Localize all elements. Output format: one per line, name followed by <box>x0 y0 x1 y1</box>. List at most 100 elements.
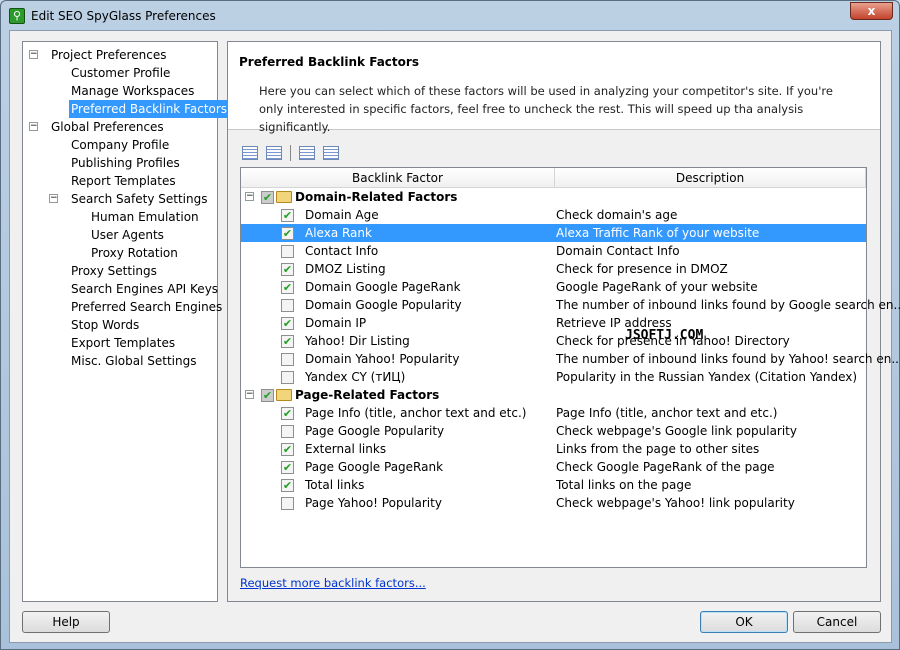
tree-item[interactable]: Company Profile <box>69 136 171 154</box>
checkbox[interactable]: ✔ <box>281 461 294 474</box>
factor-description: Check Google PageRank of the page <box>556 460 775 474</box>
tree-item[interactable]: Preferred Backlink Factors <box>69 100 230 118</box>
column-header-factor[interactable]: Backlink Factor <box>241 168 555 188</box>
table-row[interactable]: ✔ Page Google PageRank Check Google PageRa… <box>241 458 866 476</box>
factor-name: Page Google PageRank <box>305 460 444 474</box>
folder-icon <box>276 389 292 401</box>
checkbox[interactable]: ✔ <box>281 263 294 276</box>
checkbox[interactable]: ✔ <box>281 209 294 222</box>
table-row[interactable]: ✔ Page Info (title, anchor text and etc.)… <box>241 404 866 422</box>
factor-description: Check for presence in DMOZ <box>556 262 728 276</box>
factor-name: Domain Google Popularity <box>305 298 462 312</box>
factors-table: Backlink Factor Description − ✔ Domain-Rel… <box>240 167 900 568</box>
factor-name: External links <box>305 442 387 456</box>
tree-item[interactable]: Export Templates <box>69 334 177 352</box>
table-row[interactable]: ✔ Alexa Rank Alexa Traffic Rank of your we… <box>241 224 866 242</box>
watermark-text: JSOFTJ.COM <box>625 328 704 343</box>
table-row[interactable]: ✔ Domain IP Retrieve IP address <box>241 314 866 332</box>
checkbox[interactable] <box>281 245 294 258</box>
collapse-toggle-icon[interactable]: − <box>245 192 254 201</box>
checkbox[interactable] <box>281 371 294 384</box>
tree-item[interactable]: User Agents <box>89 226 166 244</box>
tree-item[interactable]: Proxy Rotation <box>89 244 180 262</box>
checkbox[interactable]: ✔ <box>261 389 274 402</box>
folder-icon <box>276 191 292 203</box>
tree-item[interactable]: Project Preferences <box>49 46 168 64</box>
checkbox[interactable]: ✔ <box>281 281 294 294</box>
checkbox[interactable]: ✔ <box>281 407 294 420</box>
tree-item[interactable]: Search Safety Settings <box>69 190 209 208</box>
factor-description: Links from the page to other sites <box>556 442 760 456</box>
tree-item[interactable]: Publishing Profiles <box>69 154 182 172</box>
table-row[interactable]: Domain Yahoo! Popularity The number of in… <box>241 350 900 368</box>
factor-name: Page Yahoo! Popularity <box>305 496 442 510</box>
table-row[interactable]: Contact Info Domain Contact Info <box>241 242 866 260</box>
factor-name: DMOZ Listing <box>305 262 386 276</box>
tree-item[interactable]: Report Templates <box>69 172 178 190</box>
tree-item[interactable]: Proxy Settings <box>69 262 159 280</box>
collapse-toggle-icon[interactable]: − <box>29 122 38 131</box>
table-row[interactable]: Page Yahoo! Popularity Check webpage's Ya… <box>241 494 866 512</box>
factor-name: Domain IP <box>305 316 367 330</box>
table-row[interactable]: Domain Google Popularity The number of in… <box>241 296 900 314</box>
checkbox[interactable] <box>281 425 294 438</box>
tree-item[interactable]: Misc. Global Settings <box>69 352 198 370</box>
collapse-all-icon[interactable] <box>266 146 282 160</box>
factor-name: Domain Age <box>305 208 379 222</box>
check-all-icon[interactable] <box>299 146 315 160</box>
client-area: − Project Preferences Customer Profile Mana… <box>9 30 900 643</box>
table-row[interactable]: ✔ Domain Age Check domain's age <box>241 206 866 224</box>
factor-description: Check webpage's Google link popularity <box>556 424 797 438</box>
checkbox[interactable]: ✔ <box>281 443 294 456</box>
table-row[interactable]: ✔ External links Links from the page to ot… <box>241 440 866 458</box>
checkbox[interactable]: ✔ <box>281 317 294 330</box>
tree-item[interactable]: Global Preferences <box>49 118 166 136</box>
column-header-description[interactable]: Description <box>555 168 866 188</box>
factor-description: Domain Contact Info <box>556 244 680 258</box>
cancel-button[interactable]: Cancel <box>793 611 881 633</box>
factor-name: Contact Info <box>305 244 379 258</box>
table-row[interactable]: Page Google Popularity Check webpage's Go… <box>241 422 866 440</box>
factor-description: The number of inbound links found by Yah… <box>556 352 900 366</box>
uncheck-all-icon[interactable] <box>323 146 339 160</box>
table-row[interactable]: ✔ DMOZ Listing Check for presence in DMOZ <box>241 260 866 278</box>
factor-description: Total links on the page <box>556 478 692 492</box>
tree-item[interactable]: Preferred Search Engines <box>69 298 224 316</box>
table-row[interactable]: Yandex CY (тИЦ) Popularity in the Russian… <box>241 368 866 386</box>
table-row[interactable]: ✔ Yahoo! Dir Listing Check for presence in… <box>241 332 866 350</box>
app-magnifier-icon: ⚲ <box>9 8 25 24</box>
collapse-toggle-icon[interactable]: − <box>49 194 58 203</box>
settings-panel: Preferred Backlink Factors Here you can … <box>227 41 900 602</box>
toolbar-separator <box>290 145 291 161</box>
preferences-tree[interactable]: − Project Preferences Customer Profile Mana… <box>22 41 230 602</box>
factor-description: Alexa Traffic Rank of your website <box>556 226 760 240</box>
toolbar <box>242 145 339 161</box>
checkbox[interactable] <box>281 299 294 312</box>
factor-name: Yahoo! Dir Listing <box>305 334 410 348</box>
table-row[interactable]: ✔ Total links Total links on the page <box>241 476 866 494</box>
factor-description: Google PageRank of your website <box>556 280 758 294</box>
checkbox[interactable]: ✔ <box>281 479 294 492</box>
group-row[interactable]: − ✔ Page-Related Factors <box>241 386 866 404</box>
ok-button[interactable]: OK <box>700 611 788 633</box>
checkbox[interactable]: ✔ <box>261 191 274 204</box>
request-more-factors-link[interactable]: Request more backlink factors... <box>240 576 426 590</box>
tree-item[interactable]: Human Emulation <box>89 208 201 226</box>
checkbox[interactable] <box>281 497 294 510</box>
checkbox[interactable]: ✔ <box>281 335 294 348</box>
close-button[interactable]: x <box>850 2 893 20</box>
collapse-toggle-icon[interactable]: − <box>29 50 38 59</box>
tree-item[interactable]: Customer Profile <box>69 64 172 82</box>
checkbox[interactable]: ✔ <box>281 227 294 240</box>
tree-item[interactable]: Stop Words <box>69 316 141 334</box>
group-row[interactable]: − ✔ Domain-Related Factors <box>241 188 866 206</box>
help-button[interactable]: Help <box>22 611 110 633</box>
factor-description: Check domain's age <box>556 208 678 222</box>
tree-item[interactable]: Search Engines API Keys <box>69 280 220 298</box>
collapse-toggle-icon[interactable]: − <box>245 390 254 399</box>
table-row[interactable]: ✔ Domain Google PageRank Google PageRank o… <box>241 278 866 296</box>
factor-description: Check webpage's Yahoo! link popularity <box>556 496 795 510</box>
checkbox[interactable] <box>281 353 294 366</box>
tree-item[interactable]: Manage Workspaces <box>69 82 196 100</box>
expand-all-icon[interactable] <box>242 146 258 160</box>
